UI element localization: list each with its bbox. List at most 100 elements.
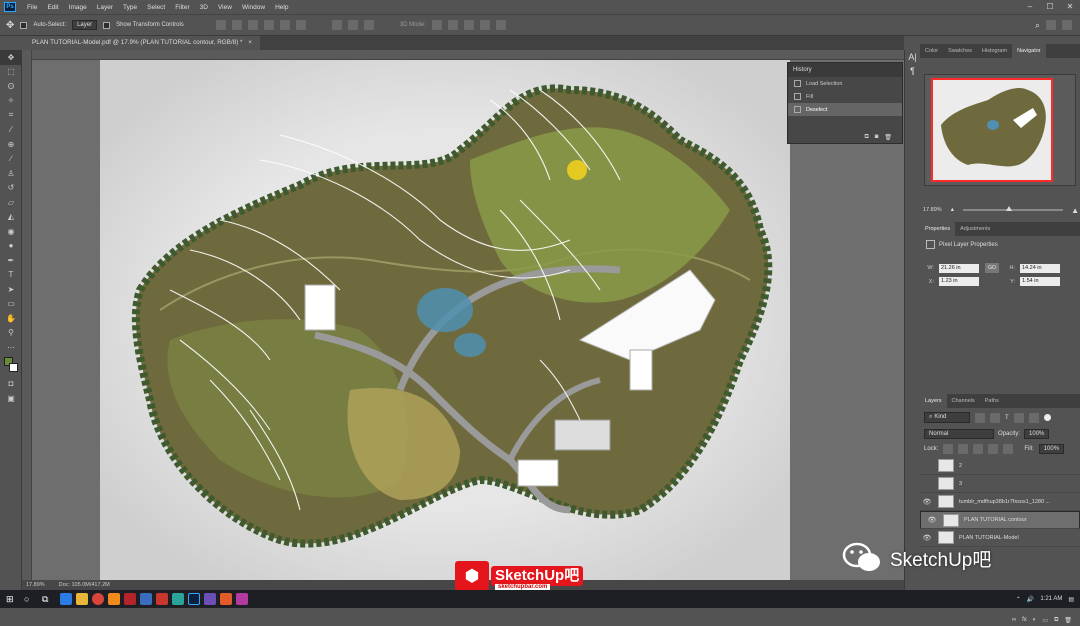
distribute-icon[interactable] [331,20,342,30]
mask-icon[interactable]: ◐ [1033,617,1037,624]
blend-mode-dropdown[interactable]: Normal [924,429,994,439]
tab-channels[interactable]: Channels [947,394,980,408]
eraser-icon[interactable]: ▱ [0,195,22,210]
align-left-icon[interactable] [263,20,274,30]
chrome-icon[interactable] [92,593,104,605]
pen-tool-icon[interactable]: ✒ [0,253,22,268]
filter-smart-icon[interactable] [1028,412,1039,423]
filter-type-icon[interactable]: T [1005,415,1009,421]
history-item-active[interactable]: Deselect [788,103,902,116]
explorer-icon[interactable] [76,593,88,605]
maximize-icon[interactable]: ☐ [1040,0,1060,14]
navigator-zoom[interactable]: 17.89% [923,207,942,213]
navigator-preview[interactable] [931,78,1053,182]
align-right-icon[interactable] [295,20,306,30]
path-select-icon[interactable]: ➤ [0,282,22,297]
background-color-swatch[interactable] [9,362,18,372]
opacity-field[interactable]: 100% [1024,429,1050,439]
blur-tool-icon[interactable]: ◉ [0,224,22,239]
width-field[interactable]: 21.26 in [939,263,979,273]
brush-tool-icon[interactable]: ∕ [0,152,22,167]
volume-icon[interactable]: 🔊 [1027,596,1034,603]
search-icon[interactable]: ○ [24,594,38,604]
new-layer-icon[interactable]: ⧉ [1054,617,1058,624]
filter-toggle-icon[interactable] [1043,414,1051,421]
share-icon[interactable] [1062,20,1072,30]
sketchup-icon[interactable] [156,593,168,605]
zoom-level[interactable]: 17.89% [26,582,45,588]
layer-row[interactable]: 3 [920,475,1080,493]
3d-rotate-icon[interactable] [431,20,442,30]
notifications-icon[interactable]: ▤ [1068,596,1074,603]
align-bottom-icon[interactable] [247,20,258,30]
character-panel-icon[interactable]: A| [905,52,920,62]
edge-icon[interactable] [60,593,72,605]
tab-histogram[interactable]: Histogram [977,44,1012,58]
menu-edit[interactable]: Edit [42,4,63,11]
menu-file[interactable]: File [22,4,42,11]
minimize-icon[interactable]: – [1020,0,1040,14]
start-icon[interactable]: ⊞ [6,594,20,605]
filter-pixel-icon[interactable] [975,412,985,423]
history-item[interactable]: Fill [788,90,902,103]
menu-window[interactable]: Window [237,4,270,11]
rectangle-tool-icon[interactable]: ▭ [0,297,22,312]
trash-icon[interactable]: 🗑 [884,134,892,141]
eyedropper-icon[interactable]: ⁄ [0,123,22,138]
eye-icon[interactable]: 👁 [925,516,939,524]
quick-mask-icon[interactable]: ◘ [0,377,22,392]
link-layers-icon[interactable]: ∞ [1012,617,1016,624]
zoom-tool-icon[interactable]: ⚲ [0,326,22,341]
close-tab-icon[interactable]: × [248,39,252,46]
3d-roll-icon[interactable] [447,20,458,30]
dodge-tool-icon[interactable]: ● [0,239,22,254]
revit-icon[interactable] [140,593,152,605]
clock[interactable]: 1:21 AM [1040,596,1062,602]
layer-row-selected[interactable]: 👁 PLAN TUTORIAL contour [920,511,1080,529]
link-proportions-icon[interactable]: GO [985,263,999,273]
menu-type[interactable]: Type [118,4,142,11]
history-item[interactable]: Load Selection [788,77,902,90]
app-icon[interactable] [204,593,216,605]
photoshop-icon[interactable] [188,593,200,605]
document-tab[interactable]: PLAN TUTORIAL-Model.pdf @ 17.9% (PLAN TU… [24,36,260,50]
document-canvas[interactable] [100,60,790,580]
new-group-icon[interactable]: ▭ [1042,617,1048,624]
tab-layers[interactable]: Layers [920,394,947,408]
lumion-icon[interactable] [172,593,184,605]
y-field[interactable]: 1.54 in [1020,277,1060,286]
app-icon[interactable] [220,593,232,605]
3d-pan-icon[interactable] [463,20,474,30]
lock-pixels-icon[interactable] [958,444,969,454]
screen-mode-icon[interactable]: ▣ [0,391,22,406]
zoom-out-icon[interactable]: ▲ [950,207,955,213]
zoom-slider[interactable] [963,206,1064,211]
close-icon[interactable]: ✕ [1060,0,1080,14]
tab-navigator[interactable]: Navigator [1012,44,1046,58]
type-tool-icon[interactable]: T [0,268,22,283]
lasso-tool-icon[interactable]: ʘ [0,79,22,94]
3d-slide-icon[interactable] [479,20,490,30]
tab-color[interactable]: Color [920,44,943,58]
lock-transparency-icon[interactable] [943,444,954,454]
magic-wand-icon[interactable]: ✧ [0,94,22,109]
lock-position-icon[interactable] [973,444,984,454]
healing-brush-icon[interactable]: ⊕ [0,137,22,152]
more-tools-icon[interactable]: ⋯ [0,340,22,355]
crop-tool-icon[interactable]: ⌗ [0,108,22,123]
menu-help[interactable]: Help [270,4,293,11]
lock-all-icon[interactable] [1003,444,1014,454]
x-field[interactable]: 1.23 in [939,277,979,286]
align-center-icon[interactable] [279,20,290,30]
move-tool-icon[interactable]: ✥ [0,50,22,65]
network-icon[interactable]: ⌃ [1016,596,1021,603]
height-field[interactable]: 14.24 in [1020,263,1060,273]
new-document-icon[interactable]: ⧉ [864,134,868,141]
tab-adjustments[interactable]: Adjustments [955,222,995,236]
app-icon[interactable] [236,593,248,605]
auto-select-dropdown[interactable]: Layer [72,20,98,30]
move-tool-icon[interactable]: ✥ [6,20,14,31]
marquee-tool-icon[interactable]: ⬚ [0,65,22,80]
menu-layer[interactable]: Layer [92,4,118,11]
distribute-icon[interactable] [363,20,374,30]
